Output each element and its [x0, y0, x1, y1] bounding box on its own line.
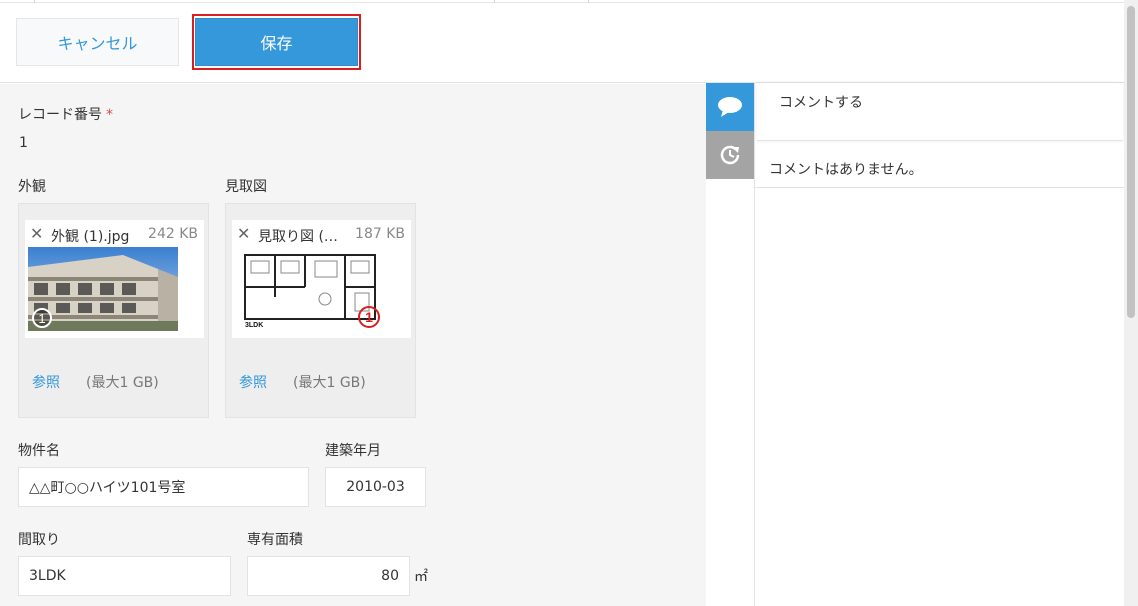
built-date-label: 建築年月 [325, 443, 381, 459]
floor-area-unit: ㎡ [414, 569, 428, 585]
record-form: レコード番号 * 1 外観 ✕ 外観 (1).jpg 242 KB 1 参照 (… [0, 84, 706, 606]
floor-area-label: 専有面積 [247, 532, 303, 548]
required-mark: * [106, 107, 113, 123]
floorplan-caption: 3LDK [245, 322, 263, 329]
file-size: 242 KB [148, 226, 198, 242]
floorplan-file-field: ✕ 見取り図 (… 187 KB 3LDK 1 参照 (最大1 GB) [225, 203, 416, 418]
floorplan-label: 見取図 [225, 179, 267, 195]
layout-input[interactable]: 3LDK [18, 556, 231, 596]
max-size-note: (最大1 GB) [86, 375, 159, 391]
record-edit-header: キャンセル 保存 [0, 0, 1124, 83]
browse-link[interactable]: 参照 [32, 372, 60, 392]
built-date-input[interactable]: 2010-03 [325, 467, 426, 507]
record-number-label-text: レコード番号 [18, 107, 102, 123]
svg-text:1: 1 [38, 311, 45, 326]
property-name-input[interactable]: △△町○○ハイツ101号室 [18, 467, 309, 507]
cancel-button[interactable]: キャンセル [16, 18, 179, 66]
record-number-value: 1 [19, 135, 28, 151]
save-button[interactable]: 保存 [195, 18, 358, 66]
comment-sidebar: コメントする コメントはありません。 [754, 83, 1125, 606]
floorplan-file-card: ✕ 見取り図 (… 187 KB 3LDK 1 [232, 220, 411, 338]
page-scrollbar[interactable] [1124, 0, 1138, 606]
exterior-label: 外観 [18, 179, 46, 195]
history-tab[interactable] [706, 131, 754, 179]
floorplan-thumbnail[interactable]: 3LDK 1 [235, 247, 385, 331]
remove-file-icon[interactable]: ✕ [30, 224, 43, 243]
remove-file-icon[interactable]: ✕ [237, 224, 250, 243]
svg-text:1: 1 [365, 309, 373, 325]
comment-placeholder: コメントする [779, 95, 863, 111]
speech-bubble-icon [718, 97, 742, 117]
exterior-file-card: ✕ 外観 (1).jpg 242 KB 1 [25, 220, 204, 338]
comment-input[interactable]: コメントする [757, 83, 1123, 141]
layout-label: 間取り [18, 532, 60, 548]
property-name-label: 物件名 [18, 443, 60, 459]
exterior-file-field: ✕ 外観 (1).jpg 242 KB 1 参照 (最大1 GB) [18, 203, 209, 418]
max-size-note: (最大1 GB) [293, 375, 366, 391]
scrollbar-thumb[interactable] [1127, 6, 1135, 318]
file-name[interactable]: 見取り図 (… [258, 226, 338, 246]
comment-tab[interactable] [706, 83, 754, 131]
top-strip [0, 0, 1124, 3]
no-comments-message: コメントはありません。 [769, 162, 923, 178]
floor-area-input[interactable]: 80 [247, 556, 410, 596]
history-icon [720, 145, 740, 165]
exterior-thumbnail[interactable]: 1 [28, 247, 178, 331]
browse-link[interactable]: 参照 [239, 372, 267, 392]
file-size: 187 KB [355, 226, 405, 242]
divider [755, 187, 1125, 188]
file-name[interactable]: 外観 (1).jpg [51, 226, 129, 246]
record-number-label: レコード番号 * [18, 104, 113, 124]
